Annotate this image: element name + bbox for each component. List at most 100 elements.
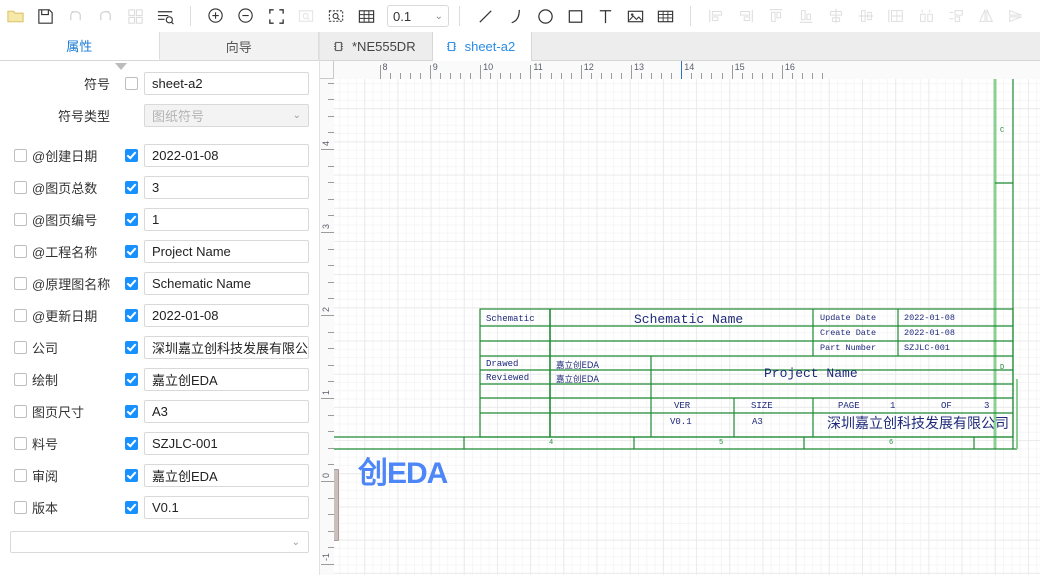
symbol-type-row: 符号类型 图纸符号 ⌄ <box>10 99 309 131</box>
collapse-caret-icon[interactable] <box>115 63 127 70</box>
property-value-input[interactable]: 2022-01-08 <box>144 303 309 327</box>
property-value-input[interactable]: Schematic Name <box>144 271 309 295</box>
ruler-major-tick <box>321 398 334 399</box>
property-label: @创建日期 <box>32 148 98 164</box>
ruler-major-tick <box>321 481 334 482</box>
property-visible-checkbox[interactable] <box>124 500 138 514</box>
property-visible-checkbox[interactable] <box>124 180 138 194</box>
property-enable-checkbox[interactable] <box>14 244 27 258</box>
property-label: @更新日期 <box>32 308 98 324</box>
distribute-v-icon[interactable] <box>941 3 971 29</box>
property-visible-checkbox[interactable] <box>124 404 138 418</box>
property-visible-checkbox[interactable] <box>124 468 138 482</box>
rectangle-tool-icon[interactable] <box>560 3 590 29</box>
table-tool-icon[interactable] <box>650 3 680 29</box>
symbol-type-select[interactable]: 图纸符号 ⌄ <box>144 103 309 127</box>
save-icon[interactable] <box>30 3 60 29</box>
property-visible-cell <box>118 276 144 290</box>
zoom-level-value: 0.1 <box>393 8 412 24</box>
align-top-icon[interactable] <box>761 3 791 29</box>
property-value-input[interactable]: 2022-01-08 <box>144 143 309 167</box>
schematic-canvas[interactable]: Schematic Schematic Name Update Date 2022-0… <box>334 79 1040 575</box>
property-enable-checkbox[interactable] <box>14 180 27 194</box>
property-enable-checkbox[interactable] <box>14 308 27 322</box>
doc-tab-sheet-a2[interactable]: sheet-a2 <box>432 32 533 61</box>
distribute-h-icon[interactable] <box>911 3 941 29</box>
zoom-area-icon[interactable] <box>321 3 351 29</box>
align-left-icon[interactable] <box>701 3 731 29</box>
property-value-input[interactable]: V0.1 <box>144 495 309 519</box>
fit-screen-icon[interactable] <box>261 3 291 29</box>
property-visible-checkbox[interactable] <box>124 276 138 290</box>
zoom-out-icon[interactable] <box>231 3 261 29</box>
open-folder-icon[interactable] <box>0 3 30 29</box>
property-enable-checkbox[interactable] <box>14 276 27 290</box>
find-list-icon[interactable] <box>150 3 180 29</box>
property-value-input[interactable]: 1 <box>144 207 309 231</box>
property-enable-checkbox[interactable] <box>14 372 27 386</box>
property-enable-checkbox[interactable] <box>14 404 27 418</box>
property-visible-checkbox[interactable] <box>124 212 138 226</box>
align-bottom-icon[interactable] <box>791 3 821 29</box>
property-visible-checkbox[interactable] <box>124 308 138 322</box>
distribute-grid-icon[interactable] <box>881 3 911 29</box>
horizontal-ruler[interactable]: 8 9 10 11 12 13 14 15 16 <box>334 61 1040 80</box>
scrollbar-thumb[interactable] <box>334 469 339 541</box>
zoom-level-select[interactable]: 0.1 ⌄ <box>387 5 449 27</box>
property-value-input[interactable]: 3 <box>144 175 309 199</box>
property-visible-checkbox[interactable] <box>124 244 138 258</box>
property-visible-checkbox[interactable] <box>124 436 138 450</box>
align-center-h-icon[interactable] <box>821 3 851 29</box>
redo-icon[interactable] <box>90 3 120 29</box>
grid-toggle-icon[interactable] <box>351 3 381 29</box>
doc-tab-ne555dr[interactable]: *NE555DR <box>320 32 433 61</box>
property-enable-checkbox[interactable] <box>14 340 27 354</box>
property-value-input[interactable]: 嘉立创EDA <box>144 367 309 391</box>
property-visible-checkbox[interactable] <box>124 340 138 354</box>
property-value-input[interactable]: Project Name <box>144 239 309 263</box>
zoom-selection-icon[interactable] <box>291 3 321 29</box>
image-tool-icon[interactable] <box>620 3 650 29</box>
property-value-input[interactable]: 嘉立创EDA <box>144 463 309 487</box>
align-center-v-icon[interactable] <box>851 3 881 29</box>
tab-properties[interactable]: 属性 <box>0 32 160 60</box>
arc-tool-icon[interactable] <box>500 3 530 29</box>
symbol-checkbox[interactable] <box>124 76 138 90</box>
line-tool-icon[interactable] <box>470 3 500 29</box>
property-enable-checkbox[interactable] <box>14 212 27 226</box>
ruler-major-tick <box>321 149 334 150</box>
zoom-in-icon[interactable] <box>201 3 231 29</box>
ruler-major-tick <box>321 232 334 233</box>
grid-apps-icon[interactable] <box>120 3 150 29</box>
canvas-vertical-scrollbar[interactable] <box>334 79 339 575</box>
text-tool-icon[interactable] <box>590 3 620 29</box>
property-value-input[interactable]: A3 <box>144 399 309 423</box>
ruler-major-tick <box>480 65 482 79</box>
flip-vertical-icon[interactable] <box>1001 3 1031 29</box>
property-visible-checkbox[interactable] <box>124 148 138 162</box>
symbol-input[interactable]: sheet-a2 <box>144 71 309 95</box>
undo-icon[interactable] <box>60 3 90 29</box>
property-label-wrap: @图页编号 <box>10 210 118 229</box>
property-enable-checkbox[interactable] <box>14 468 27 482</box>
property-enable-checkbox[interactable] <box>14 500 27 514</box>
ruler-major-tick <box>530 65 532 79</box>
property-enable-checkbox[interactable] <box>14 436 27 450</box>
property-row: 版本 V0.1 <box>10 491 309 523</box>
panel-tabs: 属性 向导 <box>0 32 319 61</box>
ruler-label: 4 <box>321 140 331 146</box>
property-value-input[interactable]: 深圳嘉立创科技发展有限公司 <box>144 335 309 359</box>
property-enable-checkbox[interactable] <box>14 148 27 162</box>
property-row: @原理图名称 Schematic Name <box>10 267 309 299</box>
symbol-label: 符号 <box>83 76 110 92</box>
property-visible-checkbox[interactable] <box>124 372 138 386</box>
align-right-icon[interactable] <box>731 3 761 29</box>
circle-tool-icon[interactable] <box>530 3 560 29</box>
flip-horizontal-icon[interactable] <box>971 3 1001 29</box>
ruler-major-tick <box>321 564 334 565</box>
property-value-input[interactable]: SZJLC-001 <box>144 431 309 455</box>
vertical-ruler[interactable]: 4 3 2 1 0 -1 <box>320 79 335 575</box>
tab-wizard[interactable]: 向导 <box>160 32 319 60</box>
add-property-select[interactable]: ⌄ <box>10 531 309 553</box>
sheet-border-bottom-label: 6 <box>889 439 894 447</box>
